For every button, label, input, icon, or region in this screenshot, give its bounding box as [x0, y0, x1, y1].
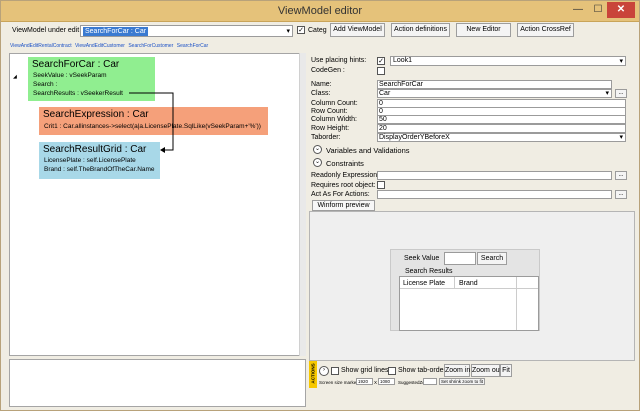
viewmodel-combo[interactable]: SearchForCar : Car ▾ — [80, 25, 293, 37]
close-button[interactable]: ✕ — [607, 2, 635, 18]
act-as-for-actions-label: Act As For Actions: — [311, 191, 370, 198]
row-height-field[interactable]: 20 — [377, 124, 626, 133]
chevron-down-icon: ▾ — [286, 28, 290, 35]
viewmodel-combo-value: SearchForCar : Car — [83, 27, 149, 36]
viewmodel-editor-window: ViewModel editor — ☐ ✕ ViewModel under e… — [0, 0, 640, 411]
tab-winform-preview[interactable]: Winform preview — [312, 200, 375, 211]
taborder-select[interactable]: DisplayOrderYBeforeX ▾ — [377, 133, 626, 142]
title-bar: ViewModel editor — ☐ ✕ — [1, 1, 639, 22]
placing-hints-value: Look1 — [393, 57, 413, 64]
search-results-grid[interactable]: License Plate Brand — [399, 276, 539, 331]
show-grid-lines-label: Show grid lines — [341, 367, 389, 374]
suggested-zoom-field[interactable] — [423, 378, 437, 385]
seek-value-label: Seek Value — [404, 255, 440, 262]
breadcrumb-item[interactable]: SearchForCar — [177, 43, 208, 49]
categ-checkbox[interactable]: ✓ — [297, 26, 305, 34]
canvas-scrollbar[interactable] — [299, 53, 306, 356]
grid-column-divider — [454, 277, 455, 289]
name-field[interactable]: SearchForCar — [377, 80, 612, 89]
categ-label: Categ — [308, 27, 327, 34]
codegen-label: CodeGen : — [311, 67, 345, 74]
requires-root-object-label: Requires root object: — [311, 182, 376, 189]
nesting-connector — [129, 92, 174, 153]
readonly-expression-browse-button[interactable]: ... — [615, 171, 627, 180]
act-as-for-actions-browse-button[interactable]: ... — [615, 190, 627, 199]
name-label: Name: — [311, 81, 332, 88]
breadcrumb-item[interactable]: ViewAndEditRentalContract — [10, 43, 72, 49]
breadcrumb: ViewAndEditRentalContract ViewAndEditCus… — [10, 43, 210, 49]
breadcrumb-item[interactable]: ViewAndEditCustomer — [75, 43, 125, 49]
search-results-label: Search Results — [405, 268, 453, 275]
screen-size-x-label: X — [374, 380, 378, 385]
act-as-for-actions-field[interactable] — [377, 190, 612, 199]
requires-root-object-checkbox[interactable] — [377, 181, 385, 189]
grid-column-header[interactable]: License Plate — [403, 280, 445, 287]
column-count-label: Column Count: — [311, 100, 358, 107]
actions-label: ACTIONS — [310, 363, 316, 384]
use-placing-hints-label: Use placing hints: — [311, 57, 367, 64]
screen-size-marker-label: Screen size marker: — [319, 380, 360, 385]
grid-column-divider — [516, 277, 517, 330]
column-width-label: Column Width: — [311, 116, 357, 123]
class-select-value: Car — [379, 90, 391, 97]
chevron-down-icon: ▾ — [619, 134, 623, 141]
readonly-expression-field[interactable] — [377, 171, 612, 180]
variables-and-validations-section[interactable]: Variables and Validations — [326, 146, 410, 155]
use-placing-hints-checkbox[interactable]: ✓ — [377, 57, 385, 65]
grid-column-header[interactable]: Brand — [459, 280, 478, 287]
class-browse-button[interactable]: ... — [615, 89, 627, 98]
action-definitions-button[interactable]: Action definitions — [391, 23, 450, 37]
row-count-label: Row Count: — [311, 108, 348, 115]
row-height-label: Row Height: — [311, 125, 350, 132]
zoom-in-button[interactable]: Zoom in — [444, 364, 470, 377]
class-label: Class: — [311, 90, 331, 97]
taborder-select-value: DisplayOrderYBeforeX — [379, 134, 450, 141]
fit-button[interactable]: Fit — [500, 364, 512, 377]
chevron-down-icon: ▾ — [619, 58, 623, 65]
placing-hints-combo[interactable]: Look1 ▾ — [390, 56, 626, 66]
shrink-zoom-to-fit-button[interactable]: Set shrink zoom to fit — [439, 378, 485, 385]
minimize-button[interactable]: — — [569, 2, 587, 18]
new-editor-button[interactable]: New Editor — [456, 23, 511, 37]
show-grid-lines-checkbox[interactable] — [331, 367, 339, 375]
codegen-checkbox[interactable] — [377, 67, 385, 75]
action-crossref-button[interactable]: Action CrossRef — [517, 23, 574, 37]
chevron-down-icon: ▾ — [605, 90, 609, 97]
canvas-footer-panel — [9, 359, 306, 407]
constraints-section[interactable]: Constraints — [326, 159, 364, 168]
nav-right-icon[interactable]: › — [319, 366, 329, 376]
taborder-label: Taborder: — [311, 134, 341, 141]
design-canvas[interactable]: ◢ SearchForCar : Car SeekValue : vSeekPa… — [9, 53, 306, 356]
class-select[interactable]: Car ▾ — [377, 89, 612, 98]
search-button[interactable]: Search — [477, 252, 507, 265]
show-tab-order-checkbox[interactable] — [388, 367, 396, 375]
expand-icon[interactable]: ⌄ — [313, 145, 322, 154]
expand-icon[interactable]: ⌄ — [313, 158, 322, 167]
breadcrumb-item[interactable]: SearchForCustomer — [128, 43, 173, 49]
viewmodel-under-edit-label: ViewModel under edit — [12, 27, 80, 34]
zoom-out-button[interactable]: Zoom out — [471, 364, 502, 377]
screen-width-field[interactable]: 1920 — [356, 378, 373, 385]
maximize-button[interactable]: ☐ — [589, 2, 607, 18]
readonly-expression-label: Readonly Expression: — [311, 172, 380, 179]
actions-tab[interactable]: ACTIONS — [309, 361, 317, 388]
column-width-field[interactable]: 50 — [377, 115, 626, 124]
seek-value-input[interactable] — [444, 252, 476, 265]
screen-height-field[interactable]: 1080 — [378, 378, 395, 385]
window-title: ViewModel editor — [277, 5, 363, 17]
add-viewmodel-button[interactable]: Add ViewModel — [330, 23, 385, 37]
show-tab-order-label: Show tab-order — [398, 367, 446, 374]
